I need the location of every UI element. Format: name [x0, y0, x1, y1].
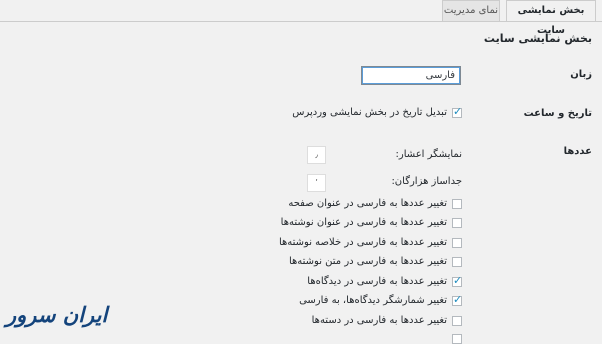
option-checkbox-comments[interactable] [452, 274, 462, 287]
language-label: زبان [570, 69, 592, 80]
option-label-post-title: تغییر عددها به فارسی در عنوان نوشته‌ها [280, 217, 447, 228]
decimal-separator-label: نمایشگر اعشار: [395, 149, 462, 160]
option-checkbox-excerpt[interactable] [452, 238, 462, 248]
option-checkbox-post-title[interactable] [452, 218, 462, 228]
datetime-option-label: تبدیل تاریخ در بخش نمایشی وردپرس [292, 107, 447, 118]
tab-site-front[interactable]: بخش نمایشی سایت [506, 0, 596, 36]
tab-divider [0, 21, 602, 22]
tab-admin-view[interactable]: نمای مدیریت [442, 0, 500, 22]
option-label-content: تغییر عددها به فارسی در متن نوشته‌ها [288, 256, 447, 267]
iranserver-logo: ایران سرور [6, 303, 108, 327]
option-label-excerpt: تغییر عددها به فارسی در خلاصه نوشته‌ها [278, 237, 447, 248]
option-checkbox-page-title[interactable] [452, 199, 462, 209]
option-checkbox-categories[interactable] [452, 316, 462, 326]
thousands-separator-input[interactable]: ٬ [307, 174, 326, 192]
option-label-page-title: تغییر عددها به فارسی در عنوان صفحه [288, 198, 447, 209]
language-input[interactable] [361, 66, 461, 85]
option-checkbox-comment-count[interactable] [452, 293, 462, 306]
option-checkbox-partial[interactable] [452, 334, 462, 344]
datetime-checkbox[interactable] [452, 105, 462, 118]
decimal-separator-input[interactable]: ٫ [307, 146, 326, 164]
section-title: بخش نمایشی سایت [483, 32, 592, 45]
option-label-comment-count: تغییر شمارشگر دیدگاه‌ها، به فارسی [299, 295, 447, 306]
option-checkbox-content[interactable] [452, 257, 462, 267]
option-label-categories: تغییر عددها به فارسی در دسته‌ها [311, 315, 447, 326]
option-label-comments: تغییر عددها به فارسی در دیدگاه‌ها [307, 276, 447, 287]
numbers-label: عددها [563, 146, 592, 157]
thousands-separator-label: جداساز هزارگان: [391, 176, 462, 187]
datetime-label: تاریخ و ساعت [523, 108, 592, 119]
